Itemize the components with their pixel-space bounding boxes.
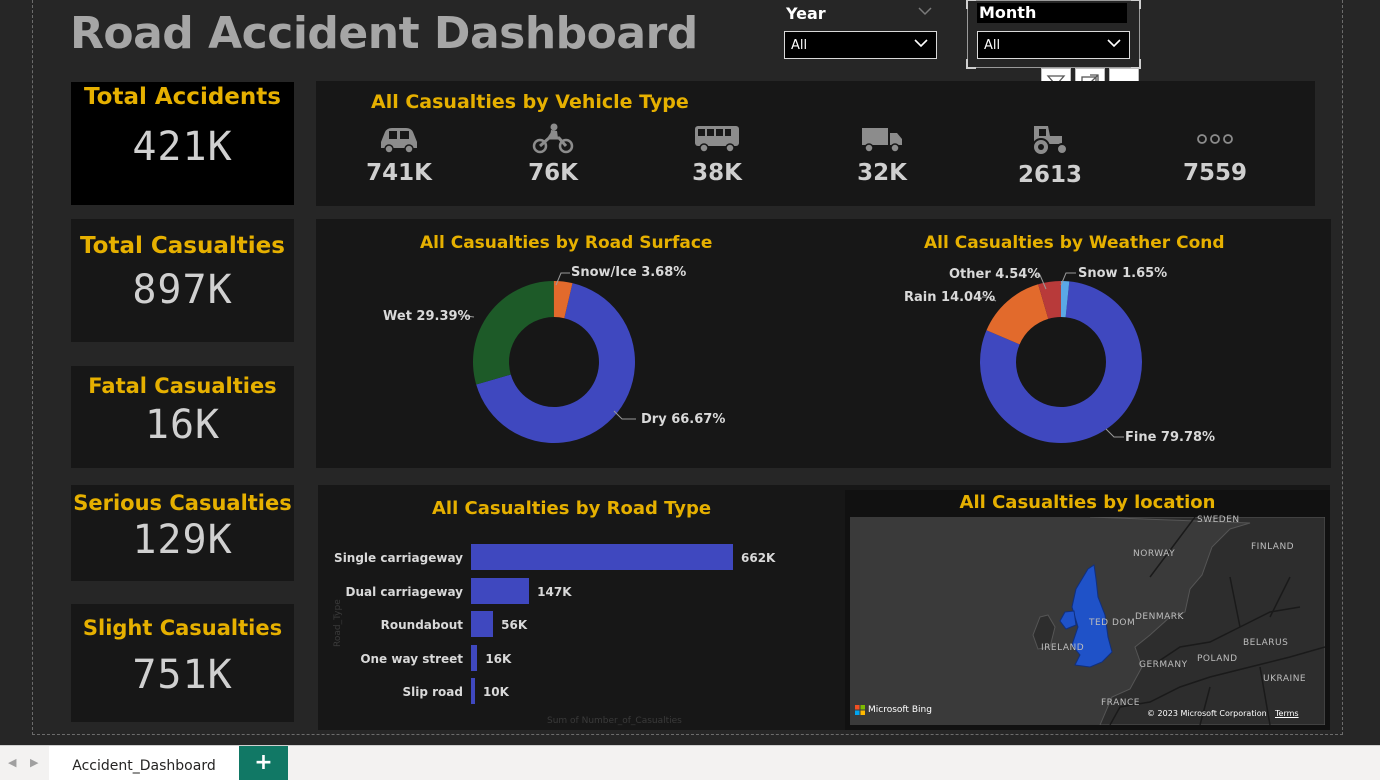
- bar-slip-road[interactable]: [471, 678, 475, 704]
- month-dropdown-value: All: [984, 38, 1001, 53]
- chevron-down-icon: [1107, 39, 1121, 48]
- map-label-ireland: IRELAND: [1041, 643, 1085, 653]
- vehicle-value: 2613: [1017, 162, 1082, 188]
- vehicle-card-truck: 32K: [822, 122, 942, 186]
- bar-value-label: 662K: [741, 551, 776, 565]
- motorcycle-icon: [532, 123, 574, 154]
- more-icon: [1197, 134, 1233, 144]
- vehicle-value: 76K: [528, 160, 578, 186]
- map-label-norway: NORWAY: [1133, 549, 1176, 559]
- car-icon: [381, 128, 417, 154]
- page-title: Road Accident Dashboard: [70, 8, 698, 59]
- vehicle-card-car: 741K: [339, 122, 459, 186]
- x-axis-title: Sum of Number_of_Casualties: [547, 716, 682, 726]
- kpi-card-total-casualties: Total Casualties 897K: [71, 219, 294, 342]
- donut-label-dry: Dry 66.67%: [641, 412, 726, 427]
- map-copyright: © 2023 Microsoft Corporation: [1147, 709, 1267, 718]
- vehicle-card-other: 7559: [1155, 122, 1275, 186]
- tab-next-icon[interactable]: ▶: [30, 756, 38, 769]
- bar-category-label: Roundabout: [380, 618, 463, 632]
- tab-accident-dashboard[interactable]: Accident_Dashboard: [49, 746, 239, 780]
- road-type-title: All Casualties by Road Type: [432, 498, 712, 519]
- kpi-card-serious-casualties: Serious Casualties 129K: [71, 485, 294, 581]
- kpi-label: Total Casualties: [80, 233, 285, 259]
- vehicle-panel-title: All Casualties by Vehicle Type: [371, 91, 689, 113]
- chevron-down-icon: [914, 39, 928, 48]
- bar-category-label: One way street: [360, 651, 463, 666]
- vehicle-value: 741K: [366, 160, 432, 186]
- donut-label-wet: Wet 29.39%: [383, 309, 471, 324]
- kpi-value: 16K: [144, 402, 221, 448]
- map-label-sweden: SWEDEN: [1197, 515, 1240, 525]
- truck-icon: [862, 128, 902, 153]
- map-title: All Casualties by location: [959, 492, 1216, 513]
- microsoft-logo-icon: [855, 705, 865, 715]
- bar-value-label: 147K: [537, 584, 572, 599]
- year-dropdown[interactable]: All: [784, 31, 937, 59]
- kpi-value: 751K: [132, 652, 233, 698]
- map-label-belarus: BELARUS: [1243, 638, 1289, 648]
- map-label-france: FRANCE: [1101, 698, 1140, 708]
- leader-line: [1105, 428, 1124, 438]
- donut-slice-wet[interactable]: [473, 281, 554, 385]
- road-type-bar-chart: Single carriageway 662K Dual carriageway 14…: [334, 540, 820, 710]
- donut-label-rain: Rain 14.04%: [904, 290, 996, 305]
- month-slicer-label: Month: [977, 3, 1127, 23]
- vehicle-value: 32K: [857, 160, 907, 186]
- map-label-ukraine: UKRAINE: [1263, 674, 1307, 684]
- year-dropdown-value: All: [791, 38, 808, 53]
- vehicle-card-tractor: 2613: [990, 122, 1110, 188]
- kpi-value: 129K: [132, 517, 233, 563]
- year-slicer-label: Year: [786, 4, 826, 23]
- kpi-value: 421K: [132, 124, 233, 170]
- kpi-value: 897K: [132, 267, 233, 313]
- bing-logo: Microsoft Bing: [855, 705, 932, 715]
- bar-one-way-street[interactable]: [471, 644, 478, 671]
- vehicle-value: 38K: [692, 160, 742, 186]
- bar-single-carriageway[interactable]: [471, 544, 733, 570]
- bar-value-label: 56K: [501, 618, 528, 632]
- location-map[interactable]: All Casualties by location SWEDEN FINLAN…: [845, 490, 1330, 730]
- kpi-card-fatal-casualties: Fatal Casualties 16K: [71, 366, 294, 468]
- month-dropdown[interactable]: All: [977, 31, 1130, 59]
- donut-label-snow-ice: Snow/Ice 3.68%: [571, 265, 687, 280]
- bar-dual-carriageway[interactable]: [471, 577, 530, 604]
- add-page-button[interactable]: +: [239, 746, 288, 780]
- map-label-denmark: DENMARK: [1135, 612, 1184, 622]
- kpi-label: Total Accidents: [84, 84, 281, 110]
- weather-donut: [980, 281, 1142, 443]
- bar-category-label: Single carriageway: [334, 551, 463, 565]
- tractor-icon: [1032, 126, 1068, 156]
- map-label-germany: GERMANY: [1139, 660, 1188, 670]
- bar-category-label: Dual carriageway: [345, 584, 463, 599]
- page-tab-bar: ◀ ▶ Accident_Dashboard +: [0, 745, 1380, 780]
- kpi-card-total-accidents: Total Accidents 421K: [71, 82, 294, 205]
- bar-roundabout[interactable]: [471, 611, 494, 637]
- bar-category-label: Slip road: [402, 685, 464, 699]
- bar-value-label: 10K: [482, 685, 509, 699]
- donut-label-snow: Snow 1.65%: [1078, 266, 1168, 281]
- map-label-finland: FINLAND: [1251, 542, 1295, 552]
- bus-icon: [695, 126, 739, 153]
- kpi-label: Slight Casualties: [82, 616, 283, 640]
- map-terms-link[interactable]: Terms: [1275, 709, 1299, 718]
- slicer-collapse-icon[interactable]: [918, 6, 932, 16]
- map-label-uk: TED DOM: [1089, 618, 1136, 628]
- donut-label-other: Other 4.54%: [949, 267, 1041, 282]
- kpi-label: Serious Casualties: [73, 491, 292, 515]
- road-surface-donut: [473, 281, 635, 443]
- donut-label-fine: Fine 79.78%: [1125, 430, 1216, 445]
- bar-value-label: 16K: [485, 651, 512, 666]
- tab-prev-icon[interactable]: ◀: [8, 756, 16, 769]
- kpi-label: Fatal Casualties: [88, 374, 277, 398]
- vehicle-card-motorcycle: 76K: [493, 122, 613, 186]
- vehicle-value: 7559: [1182, 160, 1247, 186]
- vehicle-card-bus: 38K: [657, 122, 777, 186]
- map-label-poland: POLAND: [1197, 654, 1238, 664]
- bing-label: Microsoft Bing: [868, 705, 932, 715]
- kpi-card-slight-casualties: Slight Casualties 751K: [71, 604, 294, 722]
